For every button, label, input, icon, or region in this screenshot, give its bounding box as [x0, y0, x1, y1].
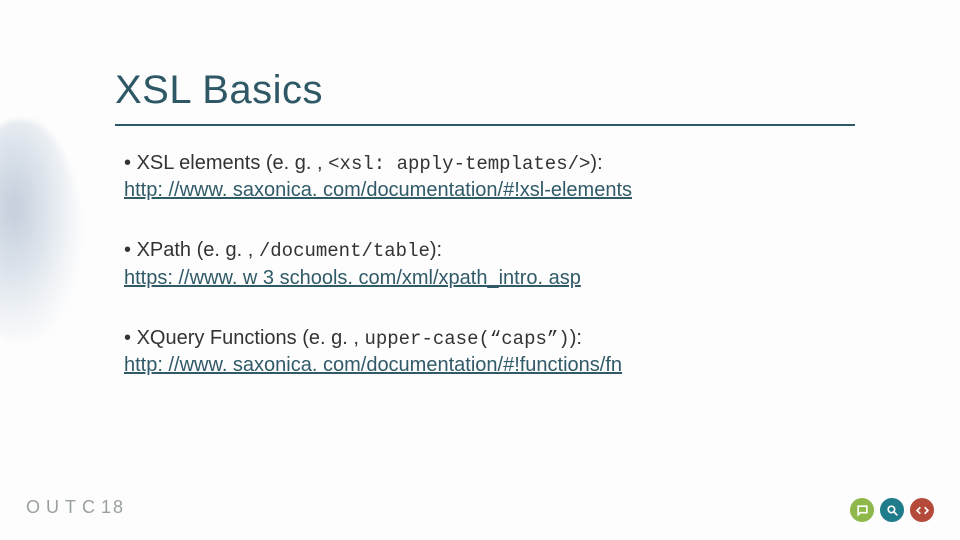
search-icon — [880, 498, 904, 522]
bullet-marker: • — [124, 152, 137, 174]
bullet-item: • XQuery Functions (e. g. , upper-case(“… — [124, 325, 864, 378]
bullet-lead: XPath — [137, 239, 191, 261]
bullet-example-open: (e. g. , — [260, 152, 328, 174]
bullet-link[interactable]: http: //www. saxonica. com/documentation… — [124, 179, 632, 201]
bullet-lead: XQuery Functions — [137, 327, 297, 349]
bullet-lead: XSL elements — [137, 152, 261, 174]
bullet-item: • XPath (e. g. , /document/table): https… — [124, 237, 864, 290]
bullet-example-close: ): — [570, 327, 582, 349]
footer-icons — [850, 498, 934, 522]
bullet-example-close: ): — [590, 152, 602, 174]
bullet-example-open: (e. g. , — [297, 327, 365, 349]
bullet-code: upper-case(“caps”) — [364, 328, 569, 350]
code-icon — [910, 498, 934, 522]
bullet-example-close: ): — [430, 239, 442, 261]
bullet-marker: • — [124, 327, 137, 349]
footer-brand: OUTC18 — [26, 497, 125, 518]
bullet-marker: • — [124, 239, 137, 261]
bullet-link[interactable]: https: //www. w 3 schools. com/xml/xpath… — [124, 267, 581, 289]
slide-title: XSL Basics — [115, 68, 323, 113]
bullet-item: • XSL elements (e. g. , <xsl: apply-temp… — [124, 150, 864, 203]
title-underline — [115, 124, 855, 126]
bullet-example-open: (e. g. , — [191, 239, 259, 261]
bullet-link[interactable]: http: //www. saxonica. com/documentation… — [124, 354, 622, 376]
slide: XSL Basics • XSL elements (e. g. , <xsl:… — [0, 0, 960, 540]
footer-brand-year: 18 — [101, 497, 125, 517]
bullet-code: /document/table — [259, 240, 430, 262]
footer-brand-text: OUTC — [26, 497, 101, 517]
bullet-code: <xsl: apply-templates/> — [328, 153, 590, 175]
slide-body: • XSL elements (e. g. , <xsl: apply-temp… — [124, 150, 864, 412]
chat-icon — [850, 498, 874, 522]
decorative-watercolor — [0, 120, 80, 340]
